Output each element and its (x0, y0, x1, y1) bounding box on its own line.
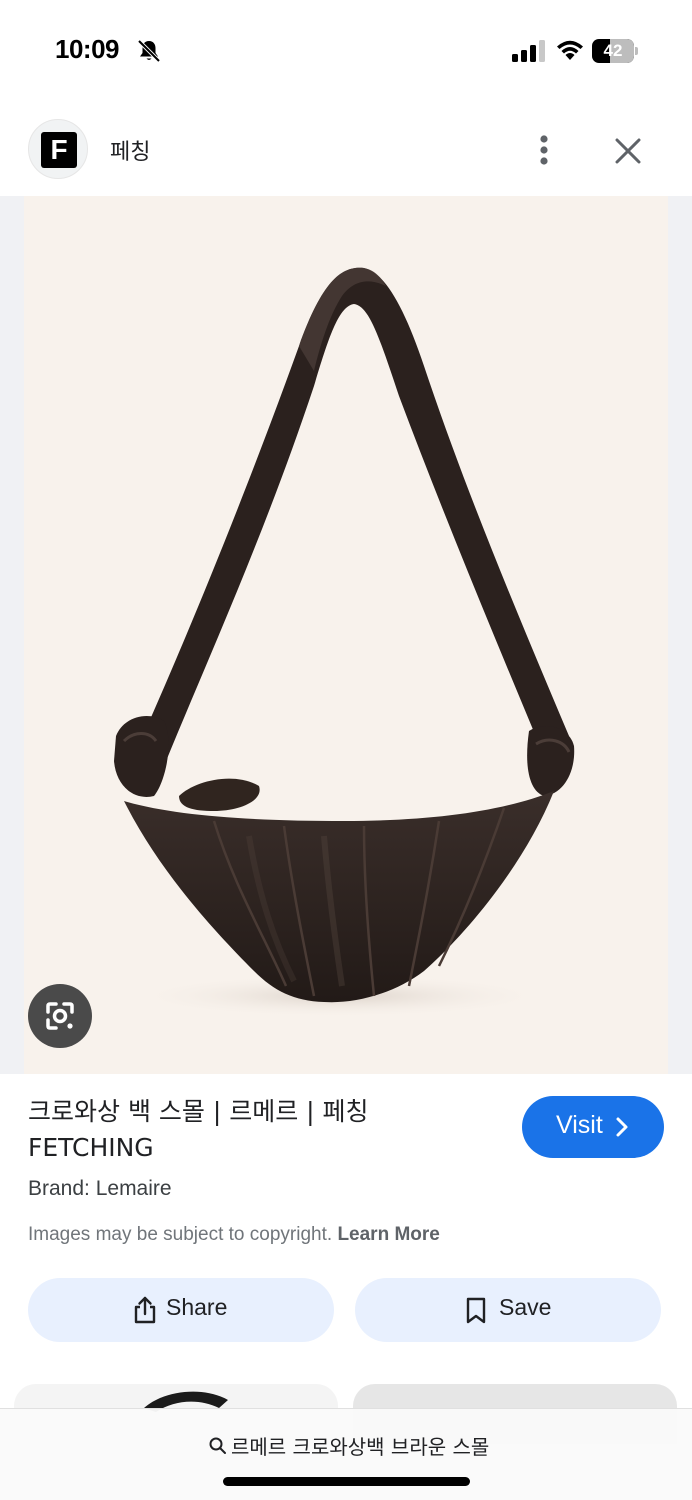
visit-label: Visit (556, 1111, 603, 1139)
battery-indicator: 42 (592, 39, 638, 63)
site-name[interactable]: 페칭 (110, 134, 150, 166)
google-lens-button[interactable] (28, 984, 92, 1048)
bell-muted-icon (137, 39, 161, 63)
source-header: F 페칭 (0, 112, 692, 192)
save-button[interactable]: Save (355, 1278, 661, 1342)
copyright-notice: Images may be subject to copyright. Lear… (28, 1224, 440, 1246)
save-label: Save (499, 1294, 552, 1320)
status-time: 10:09 (55, 34, 120, 64)
search-query: 르메르 크로와상백 브라운 스몰 (231, 1435, 490, 1459)
visit-button[interactable]: Visit (522, 1096, 664, 1158)
result-title[interactable]: 크로와상 백 스몰 | 르메르 | 페칭 FETCHING (28, 1094, 498, 1166)
site-logo[interactable]: F (28, 119, 88, 179)
signal-icon (512, 40, 545, 62)
more-vertical-icon[interactable] (530, 130, 558, 170)
croissant-bag-image (114, 267, 575, 1018)
wifi-icon (557, 40, 583, 60)
site-logo-letter: F (41, 132, 77, 168)
learn-more-link[interactable]: Learn More (337, 1224, 439, 1245)
chevron-right-icon (616, 1117, 628, 1137)
image-preview[interactable] (0, 196, 692, 1074)
search-icon (209, 1437, 226, 1454)
status-bar: 10:09 42 (0, 0, 692, 100)
close-icon[interactable] (611, 134, 645, 168)
battery-level: 42 (603, 41, 623, 60)
bottom-search-bar[interactable]: 르메르 크로와상백 브라운 스몰 (0, 1408, 692, 1500)
share-label: Share (166, 1294, 228, 1320)
share-button[interactable]: Share (28, 1278, 334, 1342)
copyright-text: Images may be subject to copyright. (28, 1224, 333, 1245)
share-icon (134, 1296, 156, 1324)
bookmark-icon (466, 1297, 486, 1324)
brand-text: Brand: Lemaire (28, 1177, 172, 1200)
home-indicator[interactable] (223, 1477, 470, 1486)
google-lens-icon (46, 1002, 74, 1030)
